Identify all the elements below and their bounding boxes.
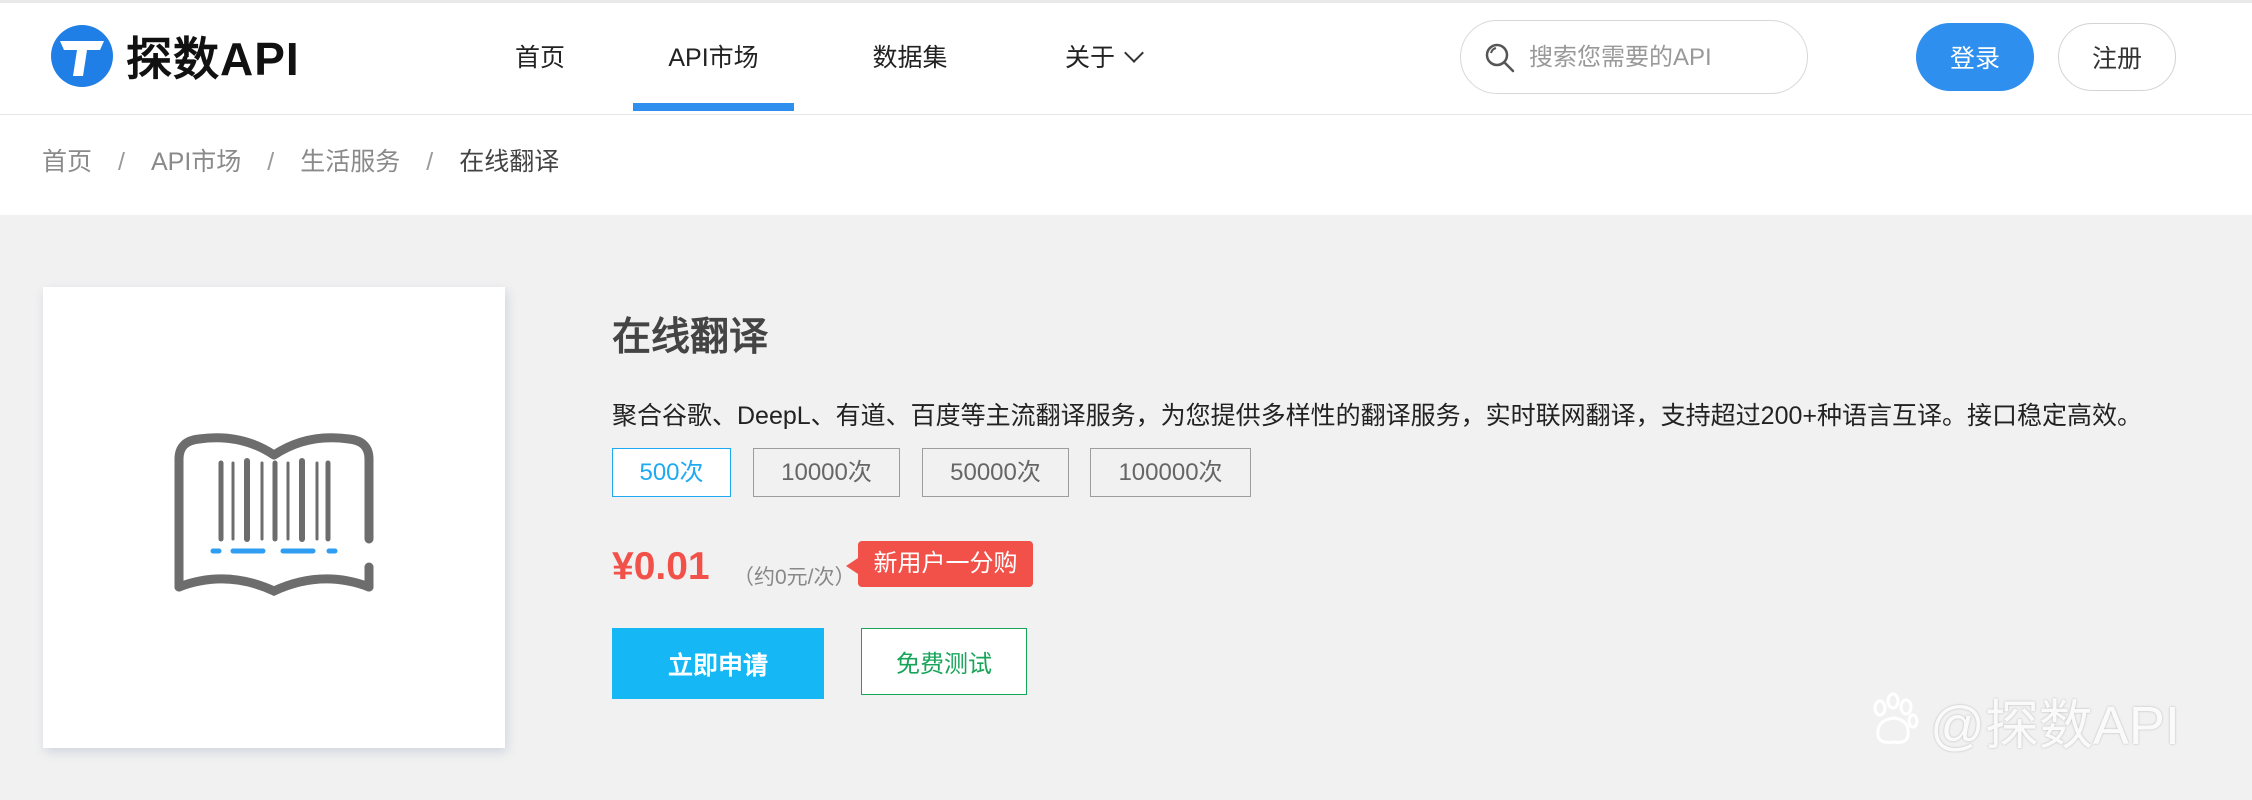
nav-about-label: 关于 [1064,44,1115,72]
breadcrumb-home[interactable]: 首页 [42,144,92,180]
nav-active-indicator [633,103,794,111]
package-option-500[interactable]: 500次 [612,448,731,497]
logo-text: 探数API [126,33,300,85]
unit-price: （约0元/次） [733,566,856,589]
paw-logo-icon [1873,692,1919,744]
site-header: 探数API 首页 API市场 数据集 关于 登录 注册 [0,3,2252,115]
login-button[interactable]: 登录 [1916,23,2034,91]
nav-home[interactable]: 首页 [505,3,575,114]
product-image-card [43,287,505,748]
logo-icon [51,25,113,87]
product-title: 在线翻译 [612,316,769,359]
watermark: @探数API [1866,688,2180,756]
product-description: 聚合谷歌、DeepL、有道、百度等主流翻译服务，为您提供多样性的翻译服务，实时联… [612,402,2142,430]
breadcrumb: 首页 / API市场 / 生活服务 / 在线翻译 [42,144,559,180]
product-price: ¥0.01 [612,545,710,588]
search-icon [1485,43,1515,73]
chevron-down-icon [1124,43,1144,63]
nav-api-market[interactable]: API市场 [653,3,774,114]
package-option-10000[interactable]: 10000次 [753,448,900,497]
register-button[interactable]: 注册 [2058,23,2176,91]
breadcrumb-current: 在线翻译 [459,148,560,176]
nav-about[interactable]: 关于 [1058,3,1148,114]
breadcrumb-separator: / [267,148,275,176]
barcode-book-icon [174,433,374,596]
breadcrumb-separator: / [118,148,125,176]
free-test-button[interactable]: 免费测试 [861,628,1027,695]
breadcrumb-api-market[interactable]: API市场 [151,144,241,180]
search-input[interactable] [1527,37,1791,79]
watermark-text: @探数API [1930,695,2180,756]
apply-now-button[interactable]: 立即申请 [612,628,824,699]
package-option-50000[interactable]: 50000次 [922,448,1069,497]
site-logo[interactable]: 探数API [50,24,300,88]
package-option-100000[interactable]: 100000次 [1090,448,1251,497]
search-box [1460,20,1808,94]
promo-badge: 新用户一分购 [846,541,1033,587]
breadcrumb-life-services[interactable]: 生活服务 [300,144,400,180]
breadcrumb-separator: / [426,148,434,176]
nav-datasets[interactable]: 数据集 [870,3,950,114]
